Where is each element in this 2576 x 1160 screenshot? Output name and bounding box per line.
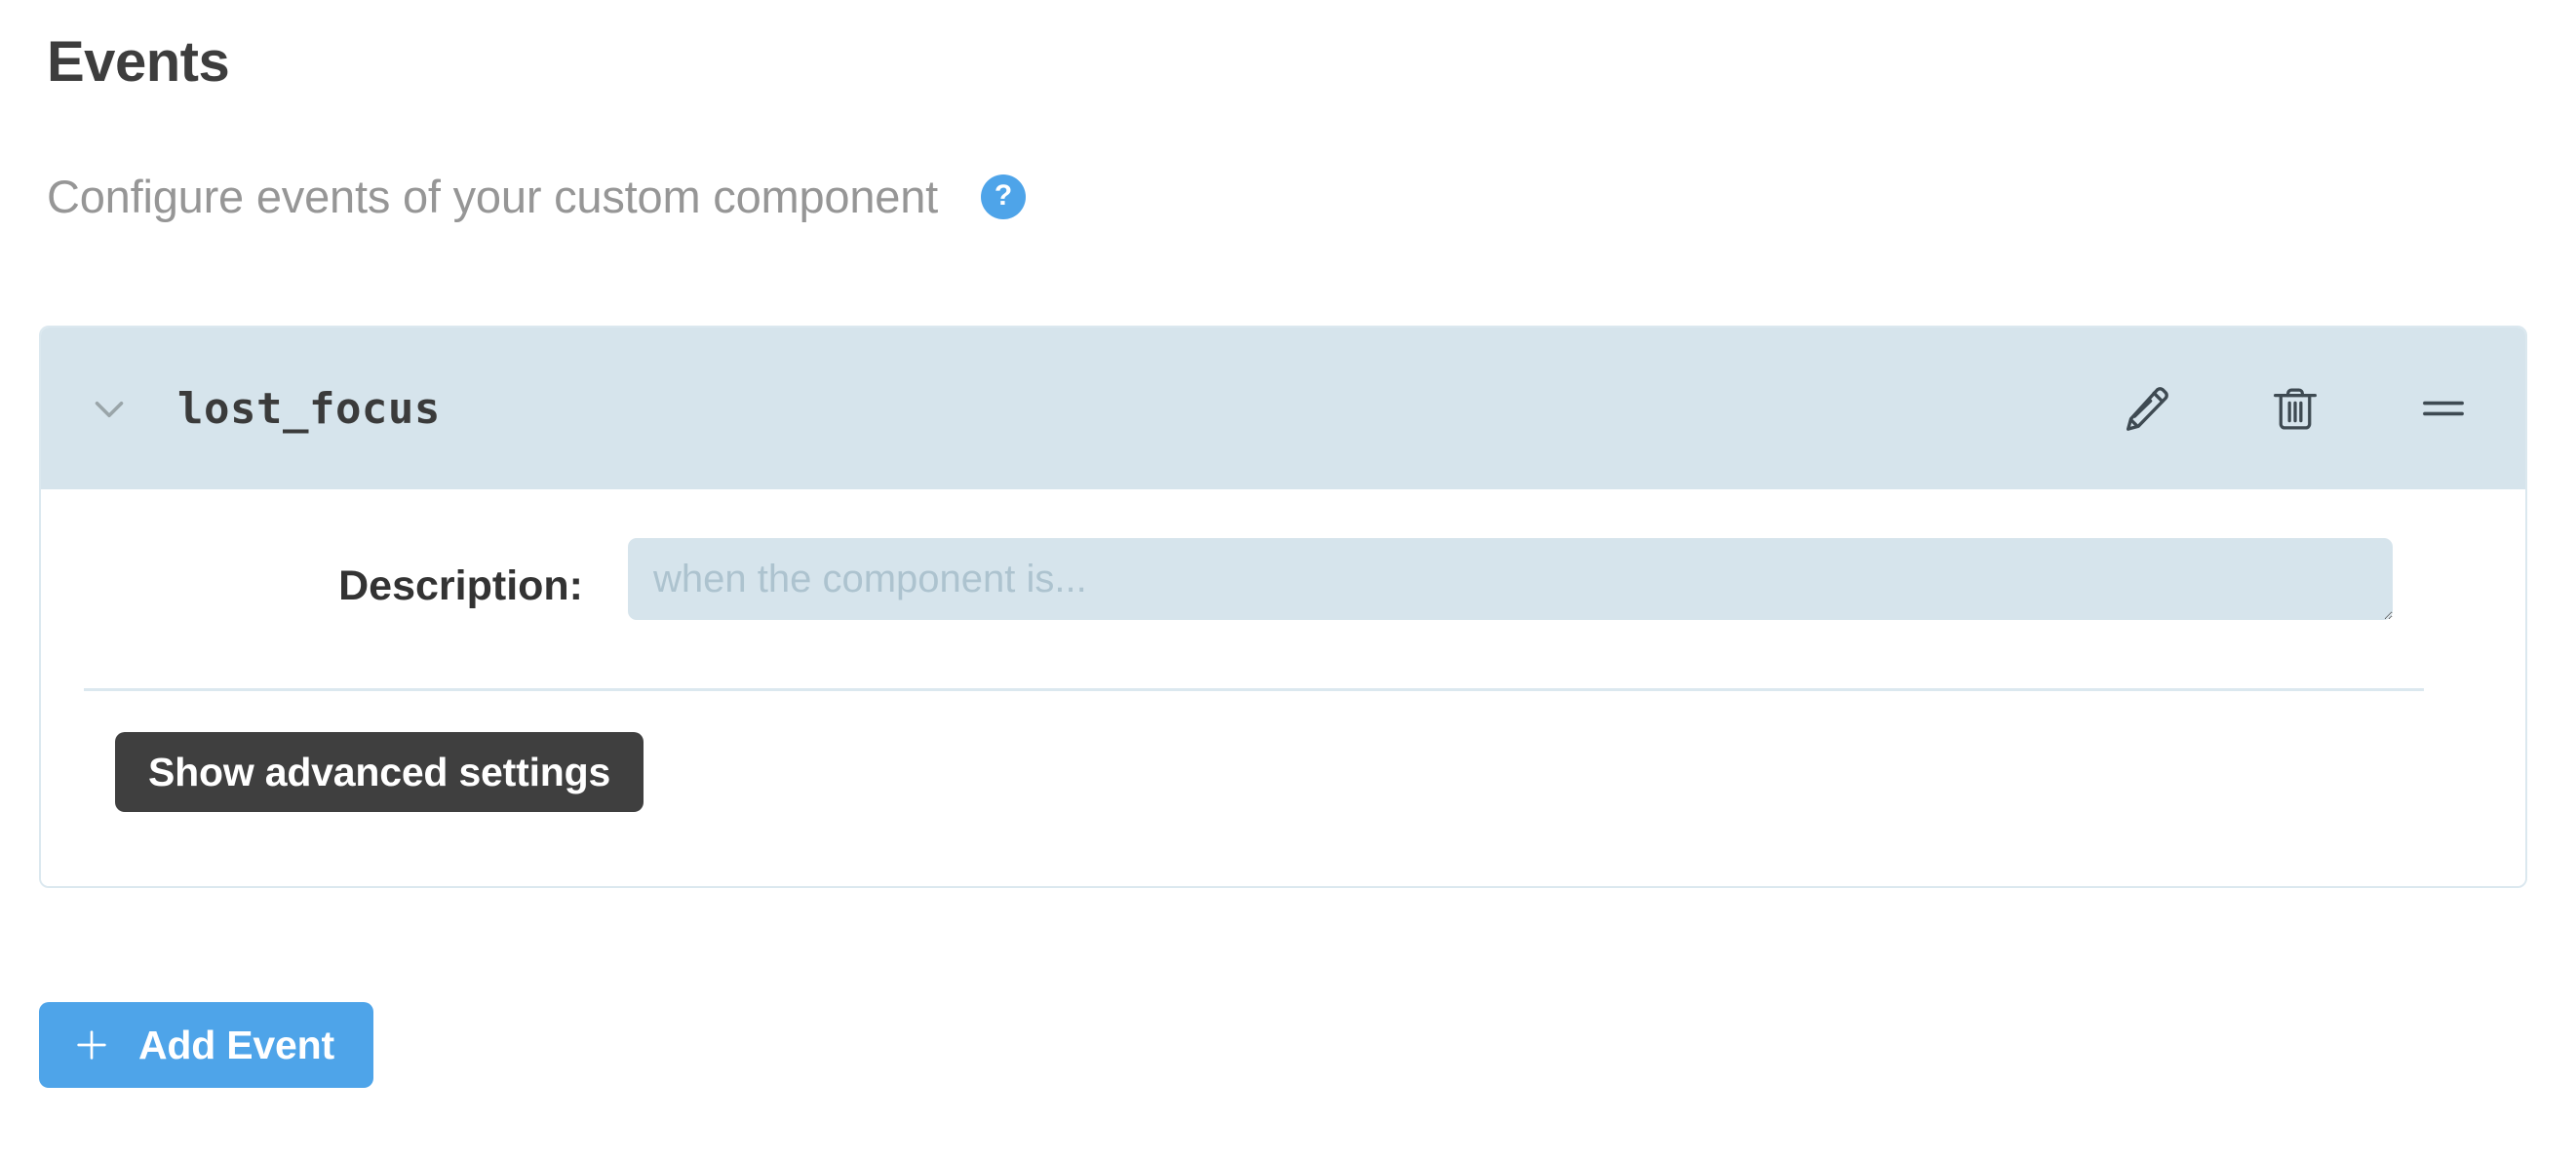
show-advanced-settings-button[interactable]: Show advanced settings <box>115 732 644 812</box>
help-icon[interactable]: ? <box>981 174 1027 220</box>
description-field-row: Description: <box>41 489 2525 620</box>
events-page: Events Configure events of your custom c… <box>0 0 2576 1160</box>
page-title: Events <box>47 30 230 94</box>
pencil-icon[interactable] <box>2120 381 2174 436</box>
body-bottom-padding <box>41 812 2525 886</box>
add-event-label: Add Event <box>138 1022 334 1067</box>
section-divider <box>84 688 2424 691</box>
event-card: lost_focus Description: when the compone… <box>39 326 2527 888</box>
trash-icon[interactable] <box>2268 381 2322 436</box>
chevron-down-icon[interactable] <box>82 381 137 436</box>
event-card-header[interactable]: lost_focus <box>41 328 2525 489</box>
page-subtitle: Configure events of your custom componen… <box>47 171 939 222</box>
description-label: Description: <box>338 562 583 609</box>
plus-icon <box>72 1025 111 1064</box>
add-event-button[interactable]: Add Event <box>39 1002 373 1088</box>
event-name: lost_focus <box>177 383 441 434</box>
drag-handle-icon[interactable] <box>2416 381 2471 436</box>
event-card-actions <box>2120 381 2471 436</box>
description-input[interactable] <box>628 538 2393 620</box>
page-subtitle-row: Configure events of your custom componen… <box>47 171 1027 223</box>
event-card-body: Description: Show advanced settings <box>41 489 2525 886</box>
